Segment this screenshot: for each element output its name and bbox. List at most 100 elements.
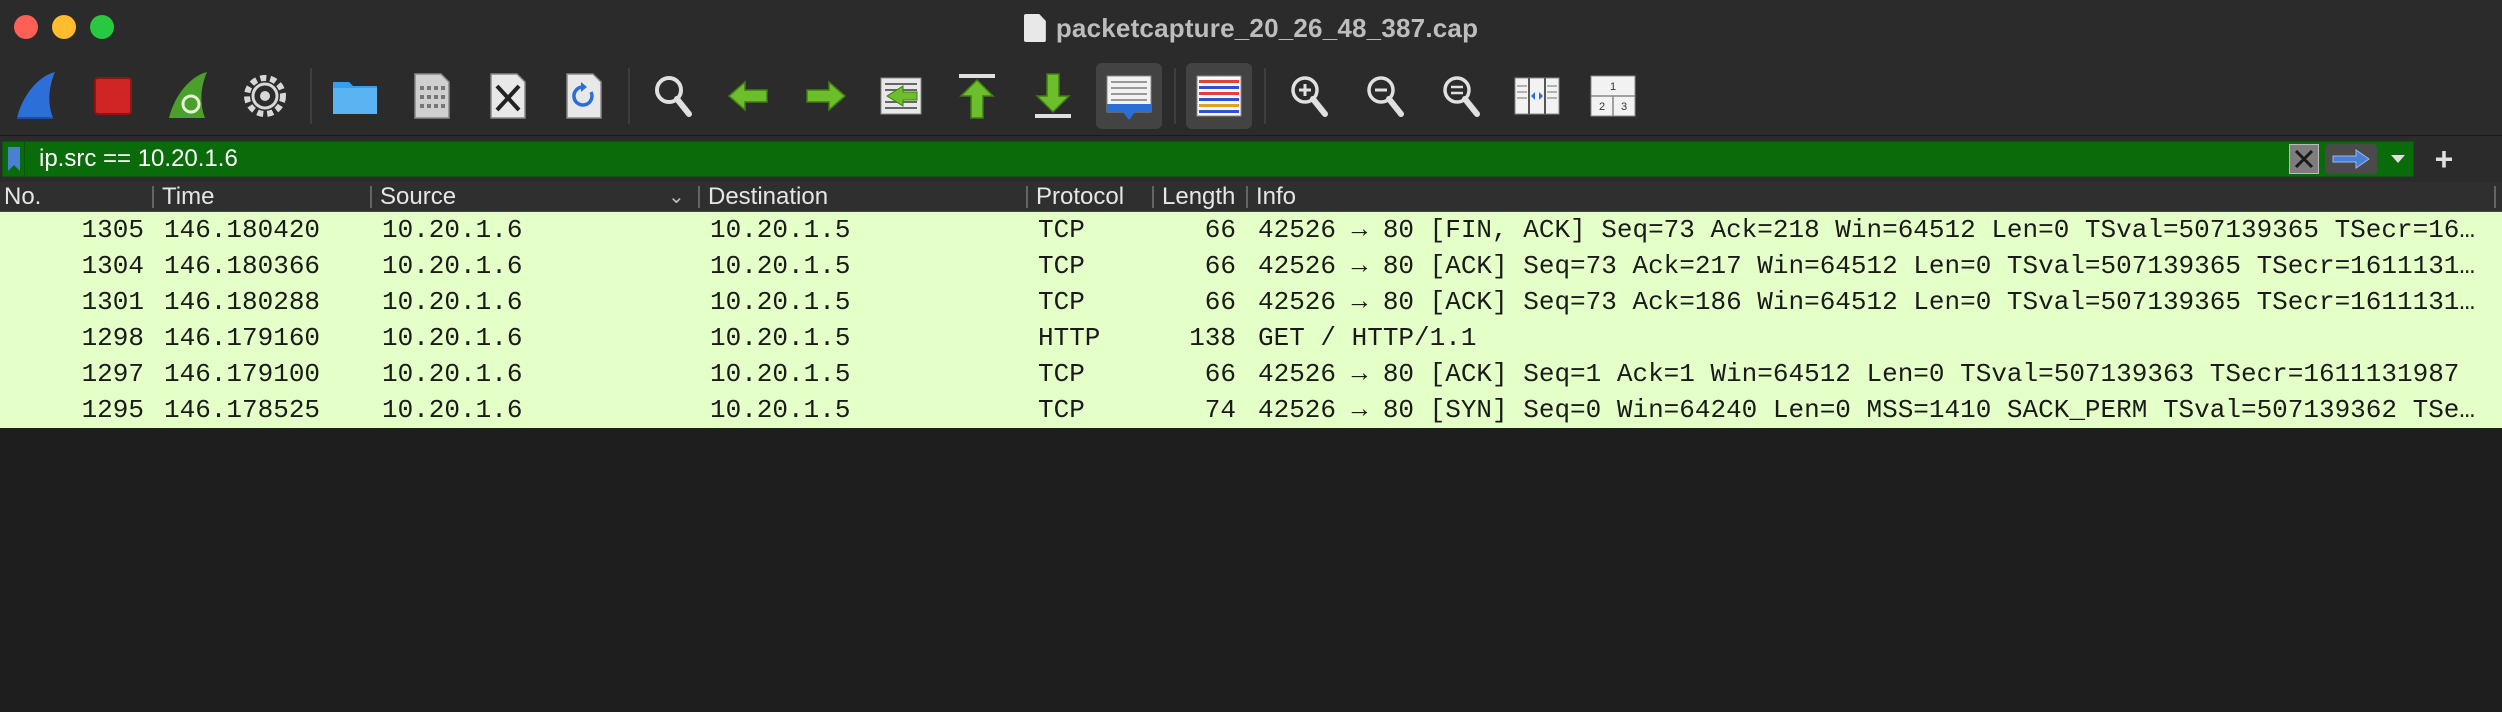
- add-filter-button[interactable]: +: [2414, 141, 2474, 178]
- start-capture-button[interactable]: [4, 63, 70, 129]
- packet-row[interactable]: 1298 146.179160 10.20.1.6 10.20.1.5 HTTP…: [0, 320, 2502, 356]
- cell-time: 146.179100: [164, 359, 321, 389]
- gear-icon: [244, 74, 286, 117]
- cell-time: 146.180288: [164, 287, 321, 317]
- column-header-length[interactable]: Length: [1162, 182, 1244, 212]
- packet-list: 1305 146.180420 10.20.1.6 10.20.1.5 TCP …: [0, 212, 2502, 698]
- arrow-right-icon: [806, 79, 847, 112]
- zoom-out-button[interactable]: [1352, 63, 1418, 129]
- folder-icon: [333, 81, 377, 114]
- recent-filters-dropdown[interactable]: [2383, 144, 2413, 174]
- cell-protocol: TCP: [1038, 215, 1085, 245]
- minimize-window-button[interactable]: [52, 15, 76, 39]
- cell-info: 42526 → 80 [ACK] Seq=73 Ack=217 Win=6451…: [1258, 251, 2478, 281]
- packet-row[interactable]: 1301 146.180288 10.20.1.6 10.20.1.5 TCP …: [0, 284, 2502, 320]
- filter-bookmark-button[interactable]: [3, 141, 25, 177]
- go-to-packet-button[interactable]: [868, 63, 934, 129]
- display-filter-input[interactable]: ip.src == 10.20.1.6: [25, 145, 2289, 173]
- cell-info: 42526 → 80 [FIN, ACK] Seq=73 Ack=218 Win…: [1258, 215, 2478, 245]
- svg-text:3: 3: [1621, 101, 1627, 113]
- shark-fin-icon: [17, 71, 55, 119]
- zoom-out-icon: [1367, 75, 1404, 117]
- close-window-button[interactable]: [14, 15, 38, 39]
- title-bar: packetcapture_20_26_48_387.cap: [0, 0, 2502, 56]
- column-header-no[interactable]: No.: [4, 182, 144, 212]
- svg-text:2: 2: [1599, 101, 1605, 113]
- window-controls: [14, 15, 114, 39]
- cell-source: 10.20.1.6: [382, 323, 523, 353]
- column-divider[interactable]: [1246, 186, 1248, 208]
- colorize-button[interactable]: [1186, 62, 1252, 129]
- zoom-in-button[interactable]: [1276, 63, 1342, 129]
- cell-protocol: TCP: [1038, 251, 1085, 281]
- packet-list-empty-area[interactable]: [0, 428, 2502, 698]
- go-forward-button[interactable]: [792, 63, 858, 129]
- save-file-button[interactable]: [398, 63, 464, 129]
- column-header-info[interactable]: Info: [1256, 182, 2456, 212]
- column-divider[interactable]: [1026, 186, 1028, 208]
- column-divider[interactable]: [698, 186, 700, 208]
- column-header-source-label: Source: [380, 183, 457, 210]
- cell-no: 1297: [81, 359, 144, 389]
- cell-source: 10.20.1.6: [382, 359, 523, 389]
- column-header-time[interactable]: Time: [162, 182, 362, 212]
- column-divider[interactable]: [152, 186, 154, 208]
- column-header-protocol[interactable]: Protocol: [1036, 182, 1146, 212]
- cell-destination: 10.20.1.5: [710, 395, 851, 425]
- cell-length: 66: [1204, 359, 1236, 389]
- column-header-destination[interactable]: Destination: [708, 182, 1008, 212]
- cell-no: 1305: [81, 215, 144, 245]
- cell-destination: 10.20.1.5: [710, 287, 851, 317]
- layout-panes-button[interactable]: 1 2 3: [1580, 63, 1646, 129]
- column-divider[interactable]: [370, 186, 372, 208]
- capture-options-button[interactable]: [232, 63, 298, 129]
- cell-info: GET / HTTP/1.1: [1258, 323, 1477, 353]
- display-filter-field[interactable]: ip.src == 10.20.1.6: [2, 141, 2414, 177]
- cell-source: 10.20.1.6: [382, 395, 523, 425]
- sort-chevron-icon: ⌄: [668, 186, 685, 208]
- cell-source: 10.20.1.6: [382, 215, 523, 245]
- open-file-button[interactable]: [322, 63, 388, 129]
- cell-info: 42526 → 80 [ACK] Seq=73 Ack=186 Win=6451…: [1258, 287, 2478, 317]
- stop-capture-button[interactable]: [80, 63, 146, 129]
- reload-file-button[interactable]: [550, 63, 616, 129]
- zoom-window-button[interactable]: [90, 15, 114, 39]
- packet-row[interactable]: 1304 146.180366 10.20.1.6 10.20.1.5 TCP …: [0, 248, 2502, 284]
- restart-capture-button[interactable]: [156, 63, 222, 129]
- cell-time: 146.179160: [164, 323, 321, 353]
- clear-filter-button[interactable]: [2289, 144, 2319, 174]
- column-divider[interactable]: [2494, 186, 2496, 208]
- column-header-source[interactable]: Source: [380, 182, 680, 212]
- close-file-button[interactable]: [474, 63, 540, 129]
- cell-no: 1301: [81, 287, 144, 317]
- shark-fin-restart-icon: [169, 71, 207, 118]
- auto-scroll-button[interactable]: [1096, 62, 1162, 129]
- toolbar-separator: [1264, 67, 1266, 124]
- cell-length: 66: [1204, 215, 1236, 245]
- window-title: packetcapture_20_26_48_387.cap: [1055, 12, 1479, 43]
- go-first-packet-button[interactable]: [944, 63, 1010, 129]
- bookmark-icon: [7, 147, 20, 171]
- packet-row[interactable]: 1305 146.180420 10.20.1.6 10.20.1.5 TCP …: [0, 212, 2502, 248]
- cell-length: 74: [1204, 395, 1236, 425]
- cell-source: 10.20.1.6: [382, 287, 523, 317]
- colorize-lines-icon: [1196, 75, 1242, 116]
- go-last-packet-button[interactable]: [1020, 63, 1086, 129]
- resize-columns-button[interactable]: [1504, 63, 1570, 129]
- find-packet-button[interactable]: [640, 63, 706, 129]
- cell-destination: 10.20.1.5: [710, 359, 851, 389]
- cell-no: 1304: [81, 251, 144, 281]
- toolbar-separator: [310, 67, 312, 124]
- apply-filter-button[interactable]: [2325, 144, 2377, 174]
- cell-destination: 10.20.1.5: [710, 323, 851, 353]
- packet-row[interactable]: 1295 146.178525 10.20.1.6 10.20.1.5 TCP …: [0, 392, 2502, 428]
- cell-info: 42526 → 80 [SYN] Seq=0 Win=64240 Len=0 M…: [1258, 395, 2478, 425]
- cell-protocol: HTTP: [1038, 323, 1101, 353]
- binary-file-icon: [414, 72, 450, 119]
- normal-size-button[interactable]: [1428, 63, 1494, 129]
- column-divider[interactable]: [1152, 186, 1154, 208]
- arrow-right-icon: [2332, 149, 2370, 169]
- go-back-button[interactable]: [716, 63, 782, 129]
- cell-source: 10.20.1.6: [382, 251, 523, 281]
- packet-row[interactable]: 1297 146.179100 10.20.1.6 10.20.1.5 TCP …: [0, 356, 2502, 392]
